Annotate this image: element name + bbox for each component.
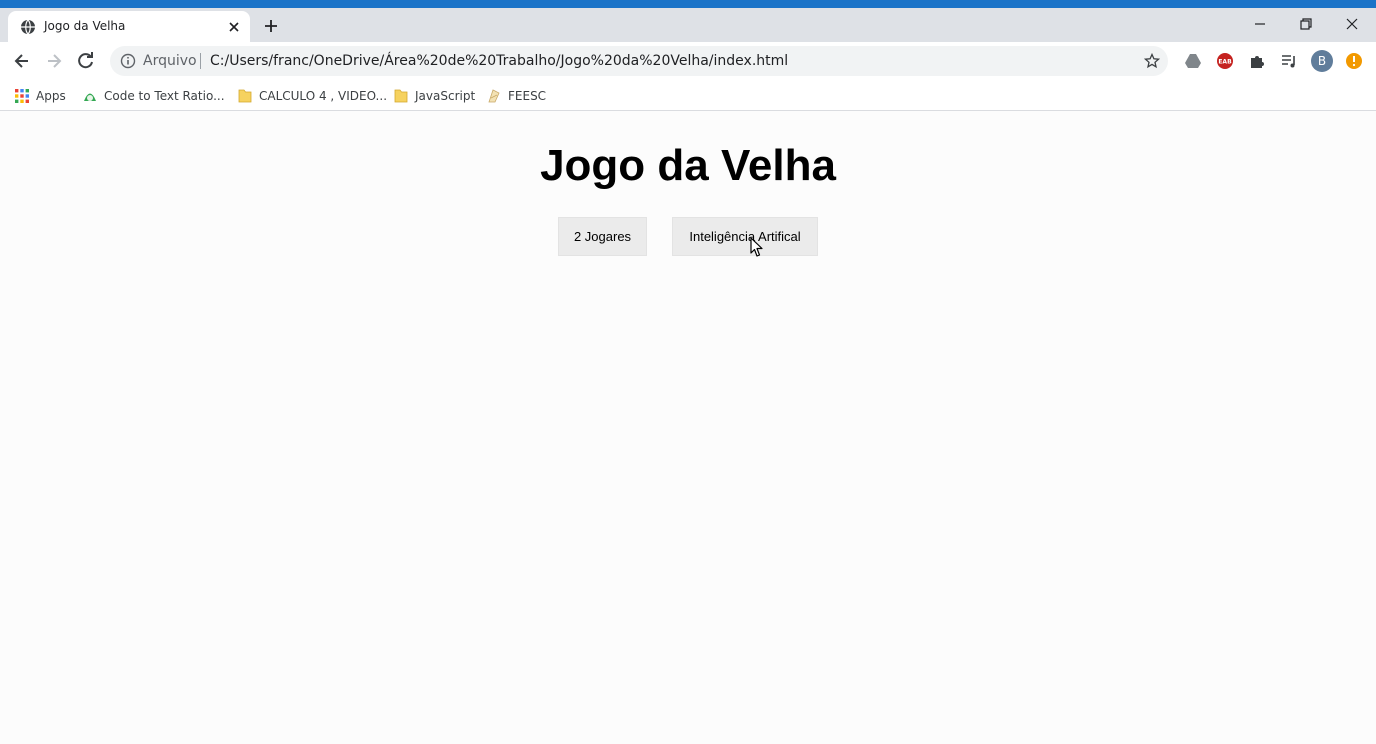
bookmark-calculo-4[interactable]: CALCULO 4 , VIDEO... (237, 86, 387, 106)
drive-icon[interactable] (1184, 52, 1202, 70)
browser-toolbar: Arquivo C:/Users/franc/OneDrive/Área%20d… (0, 42, 1376, 80)
tab-jogo-da-velha[interactable]: Jogo da Velha (8, 11, 250, 42)
two-players-button[interactable]: 2 Jogares (558, 217, 647, 256)
url-text[interactable]: C:/Users/franc/OneDrive/Área%20de%20Trab… (210, 53, 788, 69)
folder-icon (394, 89, 408, 103)
bookmark-feesc[interactable]: FEESC (486, 86, 546, 106)
bookmark-apps[interactable]: Apps (14, 86, 66, 106)
bookmark-label: FEESC (508, 89, 547, 103)
bookmark-label: Apps (36, 89, 66, 103)
extensions-puzzle-icon[interactable] (1248, 52, 1266, 70)
eab-extension-icon[interactable]: EAB (1216, 52, 1234, 70)
address-bar[interactable]: Arquivo C:/Users/franc/OneDrive/Área%20d… (110, 46, 1168, 76)
media-playlist-icon[interactable] (1280, 52, 1298, 70)
svg-text:EAB: EAB (1218, 59, 1232, 66)
back-arrow-icon[interactable] (12, 51, 32, 71)
restore-icon[interactable] (1296, 14, 1316, 34)
bookmark-code-to-text[interactable]: Code to Text Ratio... (82, 86, 225, 106)
forward-arrow-icon[interactable] (44, 51, 64, 71)
new-tab-icon[interactable] (262, 17, 280, 35)
feesc-icon (488, 89, 500, 103)
update-alert-icon[interactable] (1345, 52, 1363, 70)
tab-strip: Jogo da Velha (0, 8, 1376, 42)
ai-mode-button[interactable]: Inteligência Artifical (672, 217, 818, 256)
page-title: Jogo da Velha (540, 141, 836, 190)
bookmarks-bar: Apps Code to Text Ratio... CALCULO 4 , V… (0, 80, 1376, 111)
page-content: Jogo da Velha 2 Jogares Inteligência Art… (0, 111, 1376, 744)
bookmark-label: Code to Text Ratio... (104, 89, 225, 103)
reload-icon[interactable] (76, 51, 96, 71)
apps-grid-icon (15, 89, 29, 103)
close-window-icon[interactable] (1342, 14, 1362, 34)
close-tab-icon[interactable] (226, 19, 242, 35)
bookmark-star-icon[interactable] (1144, 53, 1160, 69)
profile-avatar[interactable]: B (1311, 50, 1333, 72)
bookmark-javascript[interactable]: JavaScript (393, 86, 475, 106)
omnibox-divider (200, 53, 201, 69)
minimize-icon[interactable] (1250, 14, 1270, 34)
folder-icon (238, 89, 252, 103)
code-ratio-icon (84, 93, 96, 101)
window-top-accent (0, 0, 1376, 8)
mouse-pointer-icon (750, 237, 763, 257)
scheme-label: Arquivo (143, 53, 197, 69)
bookmark-label: JavaScript (415, 89, 476, 103)
info-icon[interactable] (120, 53, 136, 69)
globe-icon (21, 19, 35, 35)
bookmark-label: CALCULO 4 , VIDEO... (259, 89, 388, 103)
tab-title: Jogo da Velha (44, 19, 126, 33)
